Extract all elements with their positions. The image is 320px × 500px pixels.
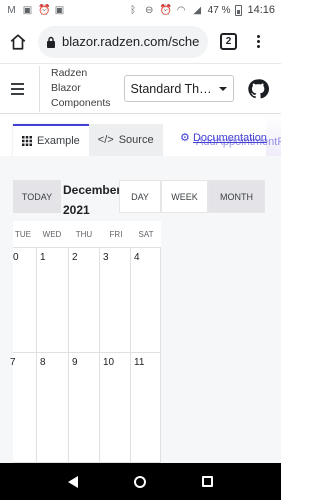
documentation-link[interactable]: ⚙ Documentation	[180, 131, 267, 144]
alarm-icon: ⏰	[38, 4, 51, 16]
day-number: 9	[72, 357, 78, 368]
day-cell[interactable]: 11	[131, 353, 161, 463]
day-number: 7	[10, 357, 16, 368]
day-cell[interactable]: 10	[100, 353, 131, 463]
image-icon: ▣	[54, 4, 65, 16]
home-button[interactable]	[6, 30, 30, 54]
lock-icon	[47, 36, 55, 48]
dot-icon	[256, 35, 260, 38]
gmail-icon: M	[7, 4, 16, 16]
url-text: blazor.radzen.com/sche	[62, 34, 200, 49]
battery-icon	[235, 4, 243, 16]
day-cell[interactable]: 1	[37, 248, 69, 353]
hamburger-line	[11, 87, 24, 90]
browser-toolbar: blazor.radzen.com/sche 2	[0, 20, 281, 64]
brand-line-2: Blazor	[51, 82, 81, 94]
day-number: 3	[103, 252, 109, 263]
view-week-button[interactable]: WEEK	[161, 180, 208, 213]
system-nav-bar	[0, 463, 281, 500]
home-circle-icon[interactable]	[134, 475, 146, 488]
weekday-label: SAT	[138, 230, 154, 239]
weekday-label: FRI	[109, 230, 123, 239]
brand-line-3: Components	[51, 97, 111, 109]
dot-icon	[256, 45, 260, 48]
github-icon[interactable]	[247, 78, 269, 100]
documentation-link-label: Documentation	[192, 132, 267, 144]
day-number: 1	[40, 252, 46, 263]
theme-dropdown[interactable]: Standard The...	[123, 75, 234, 102]
day-cell[interactable]: 7	[10, 353, 37, 463]
day-number: 10	[103, 357, 115, 368]
weekday-label: THU	[75, 230, 93, 239]
scheduler-toolbar: TODAY December 2021 DAY WEEK MONTH	[13, 180, 265, 217]
weekday-label: WED	[42, 230, 62, 239]
weekday-header: TUE WED THU FRI SAT	[13, 221, 161, 248]
recent-apps-icon[interactable]	[202, 476, 213, 487]
tab-example-label: Example	[37, 135, 80, 147]
back-icon[interactable]	[68, 475, 78, 488]
documentation-icon: ⚙	[180, 132, 190, 144]
weekday-label: TUE	[15, 230, 31, 239]
today-button[interactable]: TODAY	[13, 180, 61, 213]
wifi-icon: ◠	[176, 4, 186, 16]
alarm-icon: ⏰	[159, 4, 173, 16]
day-cell[interactable]: 8	[37, 353, 69, 463]
day-number: 0	[13, 252, 19, 263]
image-icon: ▣	[22, 4, 33, 16]
hamburger-line	[11, 82, 24, 85]
menu-toggle-button[interactable]	[11, 82, 24, 95]
hamburger-line	[11, 92, 24, 95]
app-header: Radzen Blazor Components Standard The...	[0, 64, 281, 114]
day-number: 11	[134, 357, 145, 368]
tab-source-label: Source	[118, 134, 154, 146]
day-cell[interactable]: 4	[131, 248, 161, 353]
bluetooth-icon: ᛒ	[130, 4, 137, 16]
signal-icon: ◢	[193, 4, 202, 16]
address-bar[interactable]: blazor.radzen.com/sche	[38, 25, 208, 58]
theme-dropdown-value: Standard The...	[130, 81, 215, 96]
do-not-disturb-icon: ⊖	[144, 4, 154, 16]
day-cell[interactable]: 0	[13, 248, 37, 353]
grid-icon	[22, 136, 32, 146]
brand[interactable]: Radzen Blazor Components	[39, 65, 111, 112]
dot-icon	[256, 40, 260, 43]
day-cell[interactable]: 2	[69, 248, 100, 353]
status-bar: M ▣ ⏰ ▣ ᛒ ⊖ ⏰ ◠ ◢ 47 % 14:16	[0, 0, 281, 20]
view-month-button[interactable]: MONTH	[208, 180, 265, 213]
home-icon	[10, 33, 26, 50]
day-cell[interactable]: 9	[69, 353, 100, 463]
day-number: 8	[40, 357, 46, 368]
brand-line-1: Radzen	[51, 67, 88, 79]
code-icon: </>	[97, 134, 114, 146]
day-number: 2	[72, 252, 78, 263]
battery-percent: 47 %	[207, 4, 231, 16]
tab-example[interactable]: Example	[13, 124, 89, 156]
chevron-down-icon	[218, 86, 227, 91]
tab-source[interactable]: </> Source	[88, 124, 163, 156]
day-number: 4	[134, 252, 140, 263]
browser-menu-button[interactable]	[251, 35, 265, 48]
clock: 14:16	[247, 4, 275, 16]
day-cell[interactable]: 3	[100, 248, 131, 353]
tab-switcher-button[interactable]: 2	[220, 33, 237, 50]
month-calendar: TUE WED THU FRI SAT 0 1 2 3 4 7 8 9 10 1…	[10, 221, 161, 463]
view-day-button[interactable]: DAY	[119, 180, 161, 213]
